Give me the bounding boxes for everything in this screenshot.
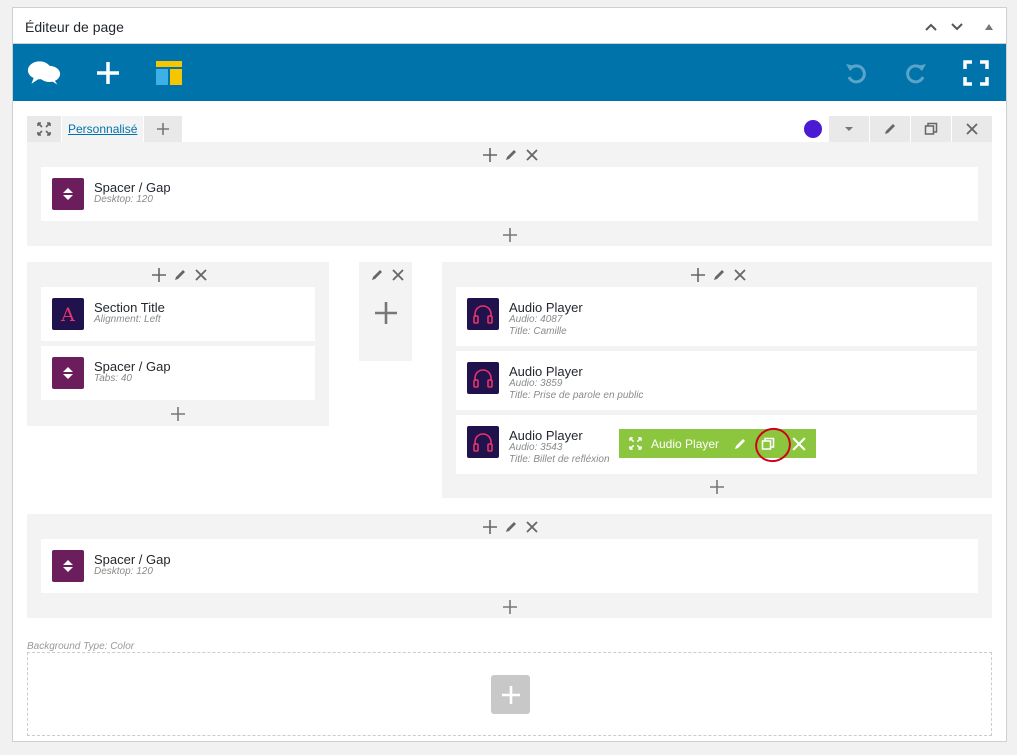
section-layout-label[interactable]: Personnalisé: [62, 116, 144, 142]
spacer-element[interactable]: Spacer / Gap Tabs: 40: [41, 346, 315, 400]
close-icon[interactable]: [790, 435, 808, 453]
spacer-element[interactable]: Spacer / Gap Desktop: 120: [41, 167, 978, 221]
add-element-icon[interactable]: [708, 478, 726, 496]
postbox-title: Éditeur de page: [25, 19, 124, 35]
duplicate-icon[interactable]: [759, 435, 777, 453]
element-title: Spacer / Gap: [94, 552, 171, 567]
element-subtitle: Title: Billet de refléxion: [509, 454, 610, 465]
element-title: Audio Player: [509, 428, 583, 443]
pencil-icon[interactable]: [710, 266, 727, 283]
updown-arrow-icon: [52, 357, 84, 389]
page-editor-box: Éditeur de page Personnalisé Spacer / Ga…: [12, 7, 1007, 742]
pencil-icon[interactable]: [171, 266, 188, 283]
updown-arrow-icon: [52, 178, 84, 210]
column-controls: [689, 266, 748, 283]
audio-player-element[interactable]: Audio Player Audio: 4087 Title: Camille: [456, 287, 977, 346]
undo-icon[interactable]: [839, 56, 873, 90]
move-handle-icon[interactable]: [27, 116, 61, 142]
element-title: Spacer / Gap: [94, 359, 171, 374]
element-title: Audio Player: [509, 300, 583, 315]
add-section-button[interactable]: [491, 675, 530, 714]
column-3: Audio Player Audio: 4087 Title: Camille …: [442, 262, 992, 498]
add-element-icon[interactable]: [501, 598, 519, 616]
pencil-icon: [885, 124, 895, 134]
svg-text:A: A: [60, 304, 75, 324]
section-color-swatch[interactable]: [804, 120, 822, 138]
headphones-icon: [467, 298, 499, 330]
close-icon[interactable]: [523, 146, 540, 163]
section-title-element[interactable]: A Section Title Alignment: Left: [41, 287, 315, 341]
pencil-icon[interactable]: [502, 518, 519, 535]
pencil-icon[interactable]: [502, 146, 519, 163]
background-type-label: Background Type: Color: [27, 641, 135, 652]
element-subtitle: Tabs: 40: [94, 373, 132, 384]
element-subtitle: Alignment: Left: [94, 314, 161, 325]
empty-section: [27, 652, 992, 736]
column-2: [359, 262, 412, 361]
element-subtitle: Audio: 3543: [509, 442, 563, 453]
element-subtitle: Audio: 4087: [509, 314, 563, 325]
redo-icon[interactable]: [899, 56, 933, 90]
column-controls: [368, 266, 406, 283]
element-title: Audio Player: [509, 364, 583, 379]
headphones-icon: [467, 362, 499, 394]
close-icon[interactable]: [389, 266, 406, 283]
fullscreen-icon[interactable]: [959, 56, 993, 90]
spacer-element[interactable]: Spacer / Gap Desktop: 120: [41, 539, 978, 593]
row-controls: [481, 518, 540, 535]
postbox-header: Éditeur de page: [13, 8, 1006, 44]
element-subtitle: Title: Camille: [509, 326, 567, 337]
section-3-area: Spacer / Gap Desktop: 120: [27, 514, 992, 618]
chat-bubbles-icon[interactable]: [27, 56, 61, 90]
add-element-icon[interactable]: [501, 226, 519, 244]
element-subtitle: Audio: 3859: [509, 378, 563, 389]
move-handle-icon[interactable]: [627, 436, 643, 452]
add-element-icon[interactable]: [372, 299, 400, 327]
add-icon: [501, 685, 520, 704]
audio-player-element[interactable]: Audio Player Audio: 3859 Title: Prise de…: [456, 351, 977, 410]
layout-library-icon[interactable]: [152, 56, 186, 90]
row-controls: [481, 146, 540, 163]
element-subtitle: Desktop: 120: [94, 194, 153, 205]
add-icon[interactable]: [481, 146, 498, 163]
section-1-area: Spacer / Gap Desktop: 120: [27, 142, 992, 246]
section-1-controls: [804, 116, 992, 142]
close-icon[interactable]: [192, 266, 209, 283]
section-1-tabs: Personnalisé: [27, 116, 183, 142]
hover-element-label: Audio Player: [651, 436, 720, 451]
updown-arrow-icon: [52, 550, 84, 582]
add-column-icon[interactable]: [144, 116, 183, 142]
duplicate-icon: [924, 122, 938, 135]
element-subtitle: Desktop: 120: [94, 566, 153, 577]
caret-down-icon: [845, 127, 853, 131]
column-1: A Section Title Alignment: Left Spacer /…: [27, 262, 329, 426]
close-icon[interactable]: [731, 266, 748, 283]
section-dropdown-button[interactable]: [829, 116, 869, 142]
headphones-icon: [467, 426, 499, 458]
section-edit-button[interactable]: [870, 116, 910, 142]
close-icon[interactable]: [523, 518, 540, 535]
collapse-toggle-icon[interactable]: [979, 17, 999, 37]
pencil-icon[interactable]: [731, 435, 749, 453]
pencil-icon[interactable]: [368, 266, 385, 283]
letter-a-icon: A: [52, 298, 84, 330]
section-delete-button[interactable]: [952, 116, 992, 142]
element-title: Section Title: [94, 300, 165, 315]
element-hover-toolbar: Audio Player: [619, 429, 816, 458]
builder-toolbar: [13, 44, 1006, 101]
add-icon[interactable]: [481, 518, 498, 535]
column-controls: [150, 266, 209, 283]
close-icon: [966, 123, 978, 135]
add-icon[interactable]: [689, 266, 706, 283]
add-icon[interactable]: [150, 266, 167, 283]
add-element-icon[interactable]: [169, 405, 187, 423]
move-down-icon[interactable]: [947, 17, 967, 37]
builder-canvas: Personnalisé Spacer / Gap Desktop: 120 A…: [13, 101, 1006, 741]
section-duplicate-button[interactable]: [911, 116, 951, 142]
element-subtitle: Title: Prise de parole en public: [509, 390, 644, 401]
move-up-icon[interactable]: [921, 17, 941, 37]
add-icon[interactable]: [91, 56, 125, 90]
element-title: Spacer / Gap: [94, 180, 171, 195]
